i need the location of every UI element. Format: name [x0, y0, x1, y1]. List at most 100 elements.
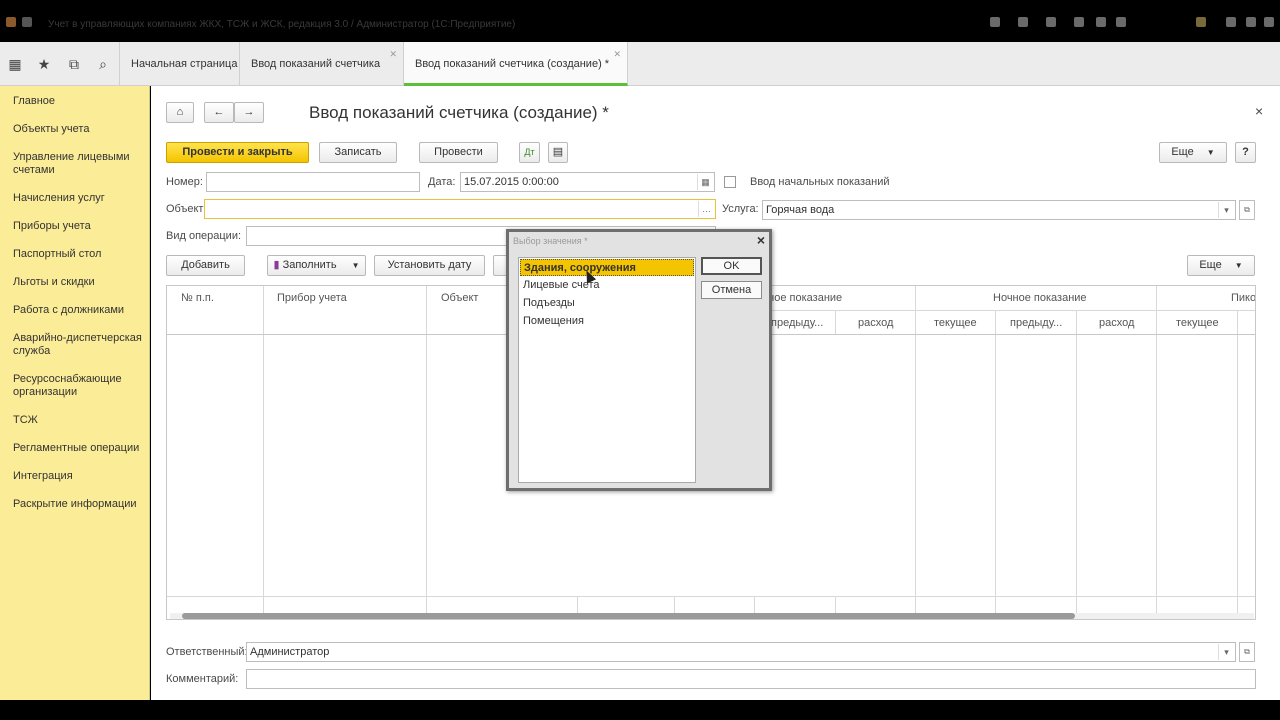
comment-label: Комментарий: — [166, 673, 239, 685]
sidebar-item-benefits[interactable]: Льготы и скидки — [13, 276, 143, 289]
sidebar-item-main[interactable]: Главное — [13, 95, 143, 108]
date-value: 15.07.2015 0:00:00 — [464, 176, 559, 188]
back-button[interactable]: ← — [204, 102, 234, 123]
scrollbar-thumb[interactable] — [182, 613, 1075, 619]
sidebar-item-routine[interactable]: Регламентные операции — [13, 442, 143, 455]
calendar-icon[interactable]: ▦ — [697, 174, 713, 190]
sidebar-item-objects[interactable]: Объекты учета — [13, 123, 143, 136]
tab-close-icon[interactable]: ✕ — [389, 32, 397, 76]
more-label: Еще — [1171, 146, 1194, 158]
arrow-left-icon: ← — [213, 106, 225, 118]
dialog-title: Выбор значения * — [513, 236, 588, 246]
sidebar-item-accounts[interactable]: Управление лицевыми счетами — [13, 151, 143, 177]
value-list[interactable]: Здания, сооружения Лицевые счета Подъезд… — [518, 257, 696, 483]
window-title: Учет в управляющих компаниях ЖКХ, ТСЖ и … — [48, 19, 516, 30]
column-separator — [263, 286, 264, 619]
star-icon[interactable]: ★ — [34, 54, 54, 74]
service-field[interactable]: Горячая вода ▾ — [762, 200, 1236, 220]
document-icon[interactable]: ▤ — [548, 142, 568, 163]
post-and-close-button[interactable]: Провести и закрыть — [166, 142, 309, 163]
apps-grid-icon[interactable]: ▦ — [5, 54, 25, 74]
cancel-button[interactable]: Отмена — [701, 281, 762, 299]
column-header-previous[interactable]: предыду... — [1010, 317, 1062, 329]
chevron-down-icon[interactable]: ▾ — [1218, 202, 1234, 218]
home-button[interactable]: ⌂ — [166, 102, 194, 123]
column-header-number[interactable]: № п.п. — [181, 292, 214, 304]
object-field[interactable]: … — [204, 199, 716, 219]
dialog-close-icon[interactable]: × — [757, 232, 765, 248]
calendar-icon[interactable] — [1096, 17, 1106, 27]
column-header-peak-reading[interactable]: Пико — [1231, 292, 1255, 304]
date-field[interactable]: 15.07.2015 0:00:00 ▦ — [460, 172, 715, 192]
window-close-icon[interactable] — [1264, 17, 1274, 27]
maximize-icon[interactable] — [1246, 17, 1256, 27]
column-header-consumption[interactable]: расход — [858, 317, 893, 329]
list-item-accounts[interactable]: Лицевые счета — [520, 277, 694, 294]
service-label: Услуга: — [722, 203, 759, 215]
ok-button[interactable]: OK — [701, 257, 762, 275]
sidebar-item-integration[interactable]: Интеграция — [13, 470, 143, 483]
tab-label: Ввод показаний счетчика — [251, 58, 381, 70]
column-header-previous[interactable]: предыду... — [771, 317, 823, 329]
history-icon[interactable]: ⧉ — [64, 54, 84, 74]
set-date-button[interactable]: Установить дату — [374, 255, 485, 276]
list-item-buildings[interactable]: Здания, сооружения — [520, 259, 694, 276]
add-button[interactable]: Добавить — [166, 255, 245, 276]
responsible-field[interactable]: Администратор ▾ — [246, 642, 1236, 662]
column-separator — [835, 310, 836, 334]
tabs-bar: ▦ ★ ⧉ ⌕ Начальная страница Ввод показани… — [0, 42, 1280, 86]
form-close-icon[interactable]: × — [1255, 103, 1263, 119]
sidebar-item-disclosure[interactable]: Раскрытие информации — [13, 498, 143, 511]
column-header-device[interactable]: Прибор учета — [277, 292, 347, 304]
toolbar-icon[interactable] — [990, 17, 1000, 27]
chevron-down-icon: ▼ — [1234, 261, 1243, 270]
column-header-object[interactable]: Объект — [441, 292, 478, 304]
column-header-current[interactable]: текущее — [1176, 317, 1219, 329]
page-title: Ввод показаний счетчика (создание) * — [309, 103, 609, 122]
app-logo-icon — [6, 17, 16, 27]
list-item-premises[interactable]: Помещения — [520, 313, 694, 330]
select-button-icon[interactable]: … — [698, 201, 714, 217]
sidebar-item-emergency[interactable]: Аварийно-диспетчерская служба — [13, 332, 143, 358]
tab-home[interactable]: Начальная страница — [119, 42, 240, 86]
sidebar-item-charges[interactable]: Начисления услуг — [13, 192, 143, 205]
tab-meter-readings-create[interactable]: Ввод показаний счетчика (создание) * ✕ — [404, 42, 628, 86]
column-header-night-reading[interactable]: Ночное показание — [993, 292, 1087, 304]
initial-readings-checkbox[interactable] — [724, 176, 736, 188]
save-button[interactable]: Записать — [319, 142, 397, 163]
ledger-report-icon[interactable]: Дт — [519, 142, 540, 163]
comment-field[interactable] — [246, 669, 1256, 689]
open-link-icon[interactable]: ⧉ — [1239, 200, 1255, 220]
calculator-icon[interactable] — [1116, 17, 1126, 27]
more-button[interactable]: Еще ▼ — [1159, 142, 1227, 163]
tab-meter-readings[interactable]: Ввод показаний счетчика ✕ — [240, 42, 404, 86]
sidebar-item-passport[interactable]: Паспортный стол — [13, 248, 143, 261]
search-icon[interactable]: ⌕ — [93, 54, 113, 74]
column-header-consumption[interactable]: расход — [1099, 317, 1134, 329]
minimize-icon[interactable] — [1226, 17, 1236, 27]
toolbar-icon[interactable] — [1018, 17, 1028, 27]
column-header-current[interactable]: текущее — [934, 317, 977, 329]
responsible-label: Ответственный: — [166, 646, 248, 658]
sidebar-item-meters[interactable]: Приборы учета — [13, 220, 143, 233]
toolbar-icon[interactable] — [1074, 17, 1084, 27]
info-icon[interactable] — [1196, 17, 1206, 27]
sidebar-item-suppliers[interactable]: Ресурсоснабжающие организации — [13, 373, 143, 399]
sidebar-item-tsj[interactable]: ТСЖ — [13, 414, 143, 427]
toolbar-icon[interactable] — [1046, 17, 1056, 27]
bottom-bar — [0, 700, 1280, 720]
arrow-right-icon: → — [243, 106, 255, 118]
open-link-icon[interactable]: ⧉ — [1239, 642, 1255, 662]
menu-icon[interactable] — [22, 17, 32, 27]
forward-button[interactable]: → — [234, 102, 264, 123]
help-button[interactable]: ? — [1235, 142, 1256, 163]
list-item-entrances[interactable]: Подъезды — [520, 295, 694, 312]
column-separator — [1076, 310, 1077, 619]
fill-button[interactable]: ▮ Заполнить ▼ — [267, 255, 366, 276]
table-more-button[interactable]: Еще ▼ — [1187, 255, 1255, 276]
tab-close-icon[interactable]: ✕ — [613, 32, 621, 76]
chevron-down-icon[interactable]: ▾ — [1218, 644, 1234, 660]
sidebar-item-debtors[interactable]: Работа с должниками — [13, 304, 143, 317]
number-field[interactable] — [206, 172, 420, 192]
post-button[interactable]: Провести — [419, 142, 498, 163]
